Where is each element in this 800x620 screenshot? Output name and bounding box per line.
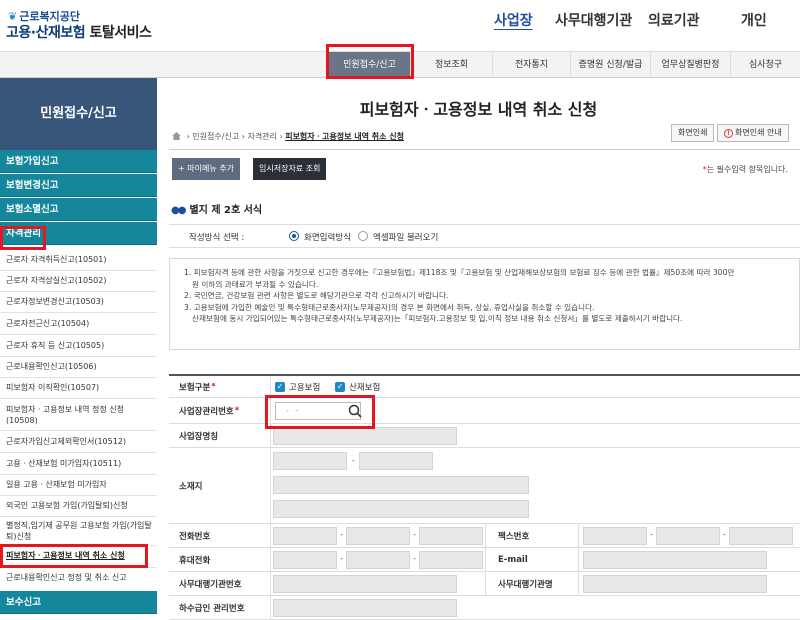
row-agency: 사무대행기관번호 사무대행기관명 [169,572,800,596]
home-icon[interactable] [172,132,181,140]
breadcrumb: › 민원접수/신고 › 자격관리 › 피보험자ㆍ고용정보 내역 취소 신청 [172,131,404,142]
address-field-1[interactable] [273,476,529,494]
radio-screen-input-label[interactable]: 화면입력방식 [304,231,351,243]
row-insurance-type: 보험구분 * ✓ 고용보험 ✓ 산재보험 [169,376,800,398]
address-field-2[interactable] [273,500,529,518]
print-button[interactable]: 화면인쇄 [671,124,715,142]
sidebar-item[interactable]: 고용ㆍ산재보험 미가입자(10511) [6,458,154,469]
sidebar-item[interactable]: 피보험자ㆍ고용정보 내역 정정 신청(10508) [6,404,154,426]
topnav-medical[interactable]: 의료기관 [648,10,700,30]
sidebar-item[interactable]: 외국인 고용보험 가입(가입탈퇴)신청 [6,500,154,511]
zipcode-field-2[interactable] [359,452,433,470]
divider [169,149,800,150]
radio-screen-input[interactable] [289,231,299,241]
row-mobile-email: 휴대전화 - - E-mail [169,548,800,572]
sidebar-item[interactable]: 근로자 자격취득신고(10501) [6,254,154,265]
mobile-label: 휴대전화 [169,548,271,571]
radio-excel-upload-label[interactable]: 엑셀파일 불러오기 [373,231,438,243]
sidebar-item[interactable]: 근로자가입신고제외확인서(10512) [6,436,154,447]
breadcrumb-current: 피보험자ㆍ고용정보 내역 취소 신청 [285,132,404,141]
checkbox-employment[interactable]: ✓ [275,382,285,392]
workplace-no-label: 사업장관리번호 * [169,398,271,423]
fax-field-3[interactable] [729,527,793,545]
row-workplace-no: 사업장관리번호 * - - [169,398,800,424]
highlight-box-workplace-no [265,395,375,429]
checkbox-industrial[interactable]: ✓ [335,382,345,392]
subcontractor-label: 하수급인 관리번호 [169,596,271,619]
email-label: E-mail [485,548,579,571]
email-field[interactable] [583,551,767,569]
industrial-label: 산재보험 [349,383,381,393]
topnav-personal[interactable]: 개인 [741,10,767,30]
agency-name-field[interactable] [583,575,767,593]
sidebar-cat-join[interactable]: 보험가입신고 [0,150,157,173]
agency-no-field[interactable] [273,575,457,593]
mobile-field-1[interactable] [273,551,337,569]
tab-info-query[interactable]: 정보조회 [410,52,492,78]
tab-e-notice[interactable]: 전자통지 [492,52,570,78]
highlight-box-active-item [0,544,148,568]
sidebar-item[interactable]: 일용 고용ㆍ산재보험 미가입자 [6,479,154,490]
main-content: 피보험자ㆍ고용정보 내역 취소 신청 › 민원접수/신고 › 자격관리 › 피보… [157,78,800,620]
sidebar-cat-close[interactable]: 보험소멸신고 [0,198,157,221]
phone-field-1[interactable] [273,527,337,545]
tab-appeal[interactable]: 심사청구 [730,52,800,78]
required-note: *는 필수입력 항목입니다. [702,165,788,174]
sidebar: 민원접수/신고 보험가입신고 보험변경신고 보험소멸신고 자격관리 근로자 자격… [0,78,157,619]
sidebar-item[interactable]: 피보험자 이직확인(10507) [6,382,154,393]
print-guide-button[interactable]: ! 화면인쇄 안내 [717,124,789,142]
topnav-agency[interactable]: 사무대행기관 [555,10,632,30]
sidebar-item[interactable]: 근로내용확인신고(10506) [6,361,154,372]
mobile-field-2[interactable] [346,551,410,569]
workplace-name-label: 사업장명칭 [169,424,271,447]
tab-disease-judgement[interactable]: 업무상질병판정 [650,52,730,78]
topnav-workplace[interactable]: 사업장 [494,10,533,30]
sidebar-item[interactable]: 근로자 휴직 등 신고(10505) [6,340,154,351]
tab-certificate[interactable]: 증명원 신청/발급 [570,52,650,78]
fax-field-2[interactable] [656,527,720,545]
sidebar-title: 민원접수/신고 [0,78,157,150]
zipcode-field-1[interactable] [273,452,347,470]
section-title: ●● 별지 제 2호 서식 [171,205,263,216]
phone-field-3[interactable] [419,527,483,545]
phone-field-2[interactable] [346,527,410,545]
temp-save-query-button[interactable]: 임시저장자료 조회 [253,158,327,180]
employment-label: 고용보험 [289,383,321,393]
highlight-box-qualification [0,226,46,250]
fax-label: 팩스번호 [485,524,579,547]
row-workplace-name: 사업장명칭 [169,424,800,448]
row-address: 소재지 - [169,448,800,524]
address-label: 소재지 [169,448,271,523]
write-method-row: 작성방식 선택 : 화면입력방식 엑셀파일 불러오기 [169,224,800,248]
sidebar-item[interactable]: 근로내용확인신고 정정 및 취소 신고 [6,572,154,583]
insurance-type-label: 보험구분 * [169,376,271,397]
write-method-label: 작성방식 선택 : [189,233,245,243]
page-title: 피보험자ㆍ고용정보 내역 취소 신청 [359,100,598,119]
bullet-icon: ●● [171,205,187,216]
workplace-name-field[interactable] [273,427,457,445]
breadcrumb-item[interactable]: 자격관리 [247,132,276,141]
breadcrumb-item[interactable]: 민원접수/신고 [192,132,239,141]
sidebar-item[interactable]: 근로자전근신고(10504) [6,318,154,329]
sidebar-cat-pay-report[interactable]: 보수신고 [0,591,157,614]
sidebar-cat-change[interactable]: 보험변경신고 [0,174,157,197]
service-logo[interactable]: 고용·산재보험 토탈서비스 [6,22,152,42]
notice-box: 1. 피보험자격 등에 관한 사항을 거짓으로 신고한 경우에는『고용보험법』제… [169,258,800,350]
fax-field-1[interactable] [583,527,647,545]
sidebar-item[interactable]: 근로자정보변경신고(10503) [6,296,154,307]
agency-no-label: 사무대행기관번호 [169,572,271,595]
subcontractor-field[interactable] [273,599,457,617]
row-subcontractor: 하수급인 관리번호 [169,596,800,620]
sidebar-item[interactable]: 별정직,임기제 공무원 고용보험 가입(가입탈퇴)신청 [6,520,154,542]
radio-excel-upload[interactable] [358,231,368,241]
add-my-menu-button[interactable]: + 마이메뉴 추가 [172,158,240,180]
phone-label: 전화번호 [169,524,271,547]
row-phone-fax: 전화번호 - - 팩스번호 - - [169,524,800,548]
sidebar-item[interactable]: 근로자 자격상실신고(10502) [6,275,154,286]
applicant-form: 보험구분 * ✓ 고용보험 ✓ 산재보험 사업장관리번호 * - - 사업장명칭 소… [169,374,800,620]
mobile-field-3[interactable] [419,551,483,569]
highlight-box-tab [326,44,414,79]
info-icon: ! [724,129,733,138]
agency-name-label: 사무대행기관명 [485,572,579,595]
